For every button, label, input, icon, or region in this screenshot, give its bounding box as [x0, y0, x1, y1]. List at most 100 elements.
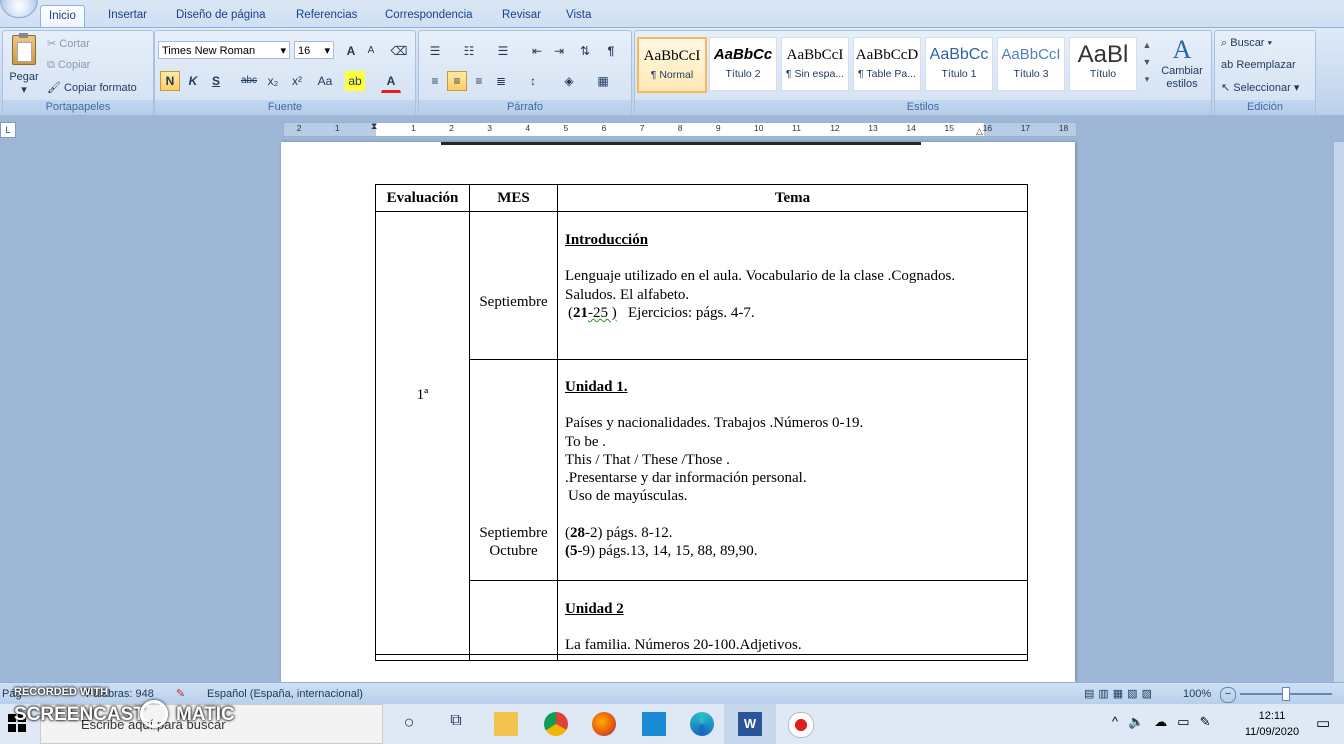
- style-titulo-1[interactable]: AaBbCc Título 1: [925, 37, 993, 91]
- replace-button[interactable]: ab Reemplazar: [1221, 59, 1296, 71]
- shrink-font-button[interactable]: A: [361, 41, 381, 61]
- tab-selector[interactable]: L: [0, 122, 16, 138]
- justify-icon[interactable]: ≣: [491, 71, 511, 91]
- cursor-icon: ↖: [1221, 82, 1231, 94]
- zoom-level[interactable]: 100%: [1183, 683, 1211, 705]
- tema-title: Unidad 1.: [565, 379, 628, 395]
- screencast-app-icon[interactable]: [788, 712, 814, 738]
- style-table-paragraph[interactable]: AaBbCcD ¶ Table Pa...: [853, 37, 921, 91]
- tab-revisar[interactable]: Revisar: [494, 5, 549, 27]
- language-indicator[interactable]: Español (España, internacional): [207, 683, 363, 705]
- office-button[interactable]: [0, 0, 38, 18]
- clock[interactable]: 12:11 11/09/2020: [1242, 708, 1302, 740]
- tab-correspondencia[interactable]: Correspondencia: [377, 5, 481, 27]
- bold-button[interactable]: N: [160, 71, 180, 91]
- font-name-select[interactable]: Times New Roman ▾: [158, 41, 290, 59]
- tab-diseno[interactable]: Diseño de página: [168, 5, 274, 27]
- chrome-icon[interactable]: [544, 712, 568, 736]
- notifications-icon[interactable]: ▭: [1316, 714, 1330, 732]
- decrease-indent-icon[interactable]: ⇤: [527, 41, 547, 61]
- increase-indent-icon[interactable]: ⇥: [549, 41, 569, 61]
- format-painter-button[interactable]: 🖌 Copiar formato: [47, 81, 137, 94]
- style-titulo[interactable]: AaBl Título: [1069, 37, 1137, 91]
- select-button[interactable]: ↖ Seleccionar ▾: [1221, 81, 1299, 94]
- watermark-logo-icon: [140, 700, 168, 728]
- pilcrow-icon[interactable]: ¶: [601, 41, 621, 61]
- style-titulo-3[interactable]: AaBbCcI Título 3: [997, 37, 1065, 91]
- clock-date: 11/09/2020: [1244, 726, 1300, 738]
- mes-cell: [469, 580, 558, 661]
- line-spacing-icon[interactable]: ↕: [523, 71, 543, 91]
- paragraph-group-label: Párrafo: [419, 100, 631, 115]
- align-right-icon[interactable]: ≡: [469, 71, 489, 91]
- bullets-icon[interactable]: ☰: [425, 41, 445, 61]
- paste-label: Pegar: [9, 71, 39, 83]
- font-size-select[interactable]: 16 ▾: [294, 41, 334, 59]
- word-taskbar-active[interactable]: W: [724, 704, 776, 744]
- sort-icon[interactable]: ⇅: [575, 41, 595, 61]
- change-styles-label: Cambiar estilos: [1161, 65, 1203, 90]
- highlight-icon[interactable]: ab: [345, 71, 365, 91]
- font-group: Times New Roman ▾ 16 ▾ A A ⌫ N K S abc x₂ …: [154, 30, 416, 116]
- tab-vista[interactable]: Vista: [558, 5, 599, 27]
- chevron-down-icon: ▾: [280, 45, 286, 57]
- paste-button[interactable]: Pegar ▾: [7, 33, 41, 96]
- font-color-icon[interactable]: A: [381, 71, 401, 93]
- copy-button[interactable]: ⧉ Copiar: [47, 59, 90, 72]
- eval-value: 1ª: [416, 387, 429, 403]
- zoom-slider-thumb[interactable]: [1282, 687, 1290, 701]
- subscript-button[interactable]: x₂: [263, 71, 283, 91]
- file-explorer-icon[interactable]: [494, 712, 518, 736]
- shading-icon[interactable]: ◈: [559, 71, 579, 91]
- ruler-number: 15: [944, 123, 954, 133]
- align-center-icon[interactable]: ≡: [447, 71, 467, 91]
- zoom-out-icon[interactable]: −: [1220, 687, 1236, 703]
- indent-marker-icon[interactable]: ⧗: [371, 121, 377, 132]
- clipboard-group: Pegar ▾ ✂ Cortar ⧉ Copiar 🖌 Copiar forma…: [2, 30, 154, 116]
- table-visible-edge: [375, 654, 1028, 655]
- horizontal-ruler[interactable]: 2 1 1 2 3 4 5 6 7 8 9 10 11 12 13 14 15 16 17 18 ⧗ △: [283, 121, 1077, 137]
- ruler-number: 12: [830, 123, 840, 133]
- vertical-scrollbar[interactable]: [1334, 142, 1344, 682]
- tab-inicio[interactable]: Inicio: [40, 5, 85, 28]
- multilevel-list-icon[interactable]: ☰: [493, 41, 513, 61]
- store-icon[interactable]: [642, 712, 666, 736]
- clipboard-icon: [12, 33, 36, 65]
- grow-font-button[interactable]: A: [341, 41, 361, 61]
- spellcheck-icon[interactable]: ✎: [176, 683, 185, 705]
- superscript-button[interactable]: x²: [287, 71, 307, 91]
- numbering-icon[interactable]: ☷: [459, 41, 479, 61]
- paste-dropdown-icon[interactable]: ▾: [7, 83, 41, 96]
- clear-format-icon[interactable]: ⌫: [389, 41, 409, 61]
- styles-group: AaBbCcI ¶ Normal AaBbCc Título 2 AaBbCcI ¶ …: [634, 30, 1212, 116]
- firefox-icon[interactable]: [592, 712, 616, 736]
- italic-button[interactable]: K: [183, 71, 203, 91]
- align-left-icon[interactable]: ≡: [425, 71, 445, 91]
- style-titulo-2[interactable]: AaBbCc Título 2: [709, 37, 777, 91]
- tab-insertar[interactable]: Insertar: [100, 5, 155, 27]
- tema-cell: Unidad 1. Países y nacionalidades. Traba…: [557, 359, 1028, 581]
- styles-scroll[interactable]: ▲ ▼ ▾: [1141, 37, 1153, 89]
- change-styles-button[interactable]: A Cambiar estilos: [1157, 35, 1207, 91]
- cut-button[interactable]: ✂ Cortar: [47, 37, 90, 50]
- ruler-number: 1: [334, 123, 340, 133]
- strikethrough-button[interactable]: abc: [239, 71, 259, 91]
- right-indent-icon[interactable]: △: [976, 126, 983, 137]
- system-tray-icons[interactable]: ^🔈☁▭✎: [1112, 714, 1220, 730]
- tab-referencias[interactable]: Referencias: [288, 5, 365, 27]
- view-buttons[interactable]: ▤▥▦▧▨: [1084, 683, 1156, 705]
- find-button[interactable]: ⌕ Buscar ▾: [1221, 37, 1272, 50]
- edge-icon[interactable]: [690, 712, 714, 736]
- replace-icon: ab: [1221, 59, 1234, 71]
- document-page[interactable]: Evaluación MES Tema 1ª Septiembre Introd…: [281, 142, 1075, 682]
- change-case-button[interactable]: Aa: [311, 71, 339, 91]
- underline-button[interactable]: S: [206, 71, 226, 91]
- ruler-number: 2: [449, 123, 454, 133]
- mes-value: Septiembre: [479, 294, 548, 310]
- style-normal[interactable]: AaBbCcI ¶ Normal: [637, 37, 707, 93]
- style-sin-espaciado[interactable]: AaBbCcI ¶ Sin espa...: [781, 37, 849, 91]
- task-view-icon[interactable]: ⧉: [444, 712, 468, 736]
- borders-icon[interactable]: ▦: [593, 71, 613, 91]
- header-tema: Tema: [557, 184, 1028, 212]
- cortana-icon[interactable]: ○: [397, 712, 421, 736]
